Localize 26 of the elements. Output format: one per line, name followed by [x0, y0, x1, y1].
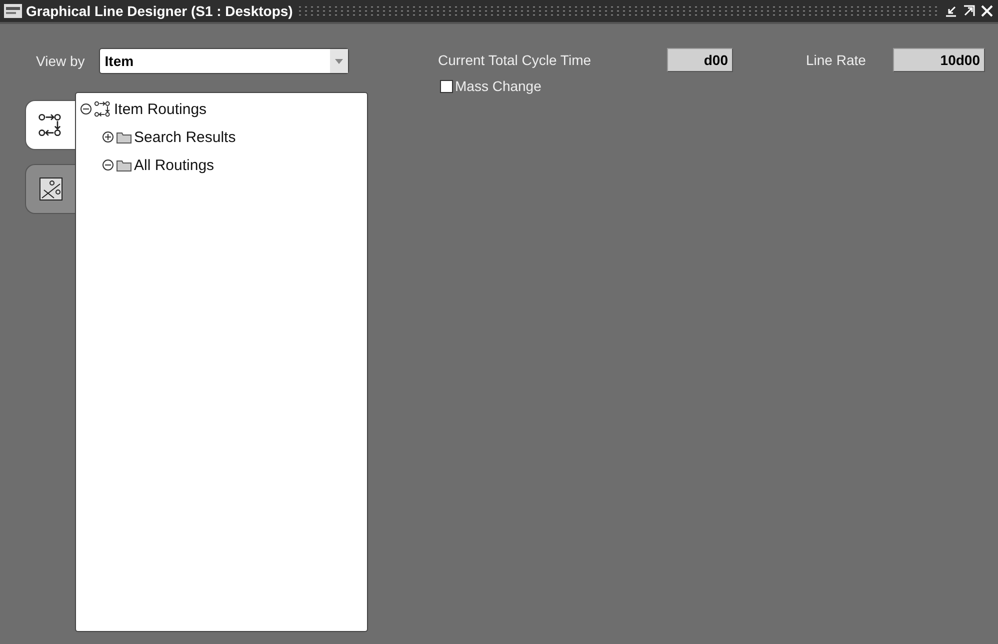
side-tab[interactable] — [25, 100, 75, 150]
tree-item[interactable]: Search Results — [134, 128, 236, 146]
collapse-icon[interactable] — [102, 159, 114, 171]
maximize-icon[interactable] — [962, 4, 976, 18]
window-title: Graphical Line Designer (S1 : Desktops) — [26, 3, 293, 19]
expand-icon[interactable] — [102, 131, 114, 143]
close-icon[interactable] — [980, 4, 994, 18]
mass-change-checkbox[interactable] — [440, 80, 453, 92]
line-rate-label: Line Rate — [806, 52, 867, 68]
view-by-label: View by — [36, 53, 85, 69]
tree-item[interactable]: All Routings — [134, 156, 214, 174]
minimize-icon[interactable] — [944, 4, 958, 18]
app-logo-icon — [4, 4, 22, 18]
tree-item[interactable]: Item Routings — [114, 100, 207, 118]
diagram-icon — [38, 176, 64, 202]
mass-change-label: Mass Change — [455, 78, 542, 94]
routing-icon — [38, 112, 64, 138]
side-tab[interactable] — [25, 164, 75, 214]
cycle-time-label: Current Total Cycle Time — [438, 52, 592, 68]
folder-icon — [116, 158, 132, 172]
collapse-icon[interactable] — [80, 103, 92, 115]
cycle-time-field[interactable]: d00 — [667, 48, 733, 72]
line-rate-field[interactable]: 10d00 — [893, 48, 985, 72]
routing-icon — [94, 100, 112, 118]
folder-icon — [116, 130, 132, 144]
view-by-dropdown[interactable]: Item — [98, 48, 349, 74]
